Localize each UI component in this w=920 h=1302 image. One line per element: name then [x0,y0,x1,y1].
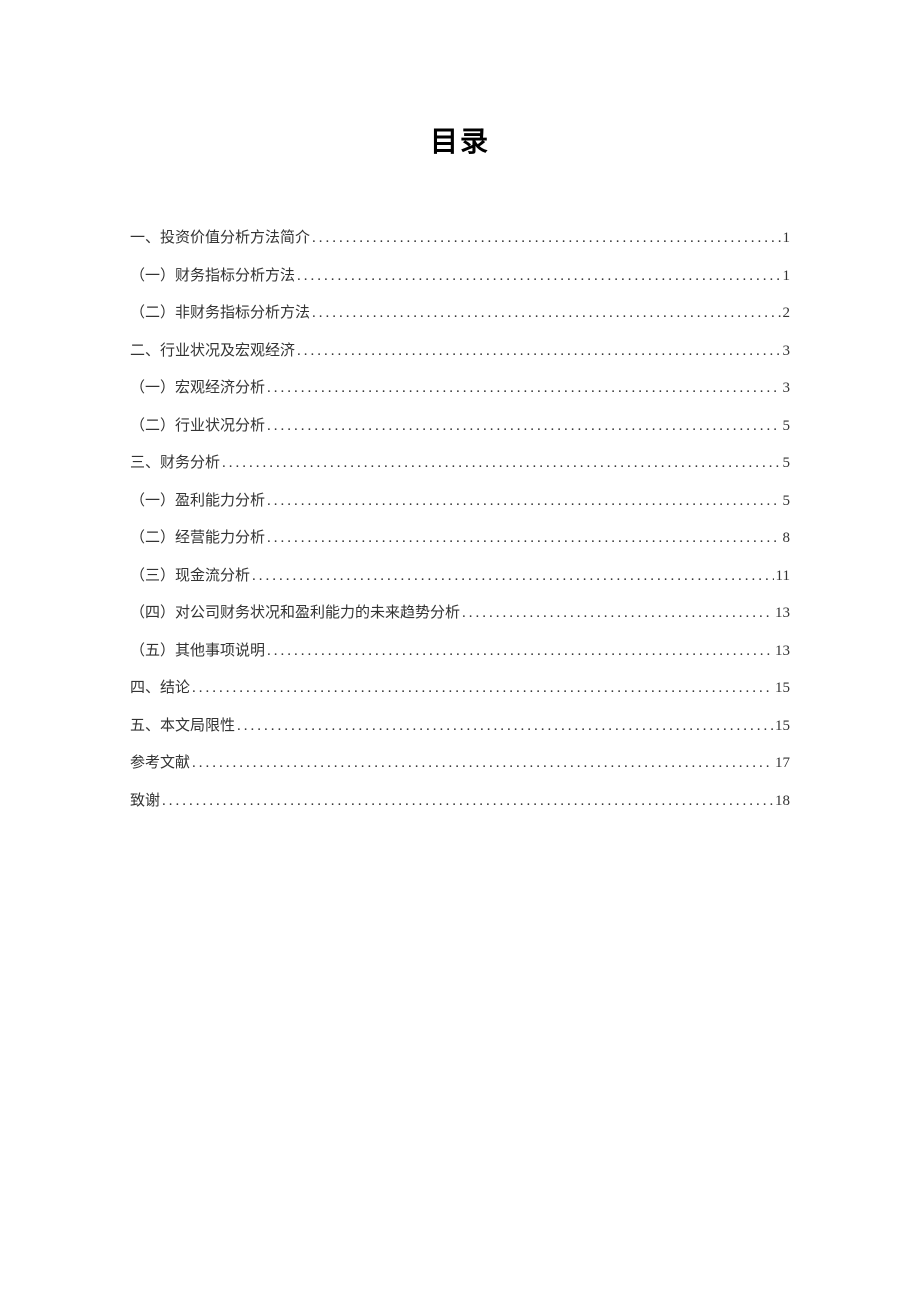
toc-label: （一）宏观经济分析 [130,370,265,408]
toc-page: 3 [783,333,791,371]
toc-entry: （一）盈利能力分析 5 [130,483,790,521]
toc-page: 2 [783,295,791,333]
toc-entry: （二）经营能力分析 8 [130,520,790,558]
toc-page: 15 [775,670,790,708]
toc-page: 5 [783,445,791,483]
toc-dots [162,783,773,821]
toc-label: 二、行业状况及宏观经济 [130,333,295,371]
toc-dots [462,595,773,633]
toc-page: 5 [783,483,791,521]
toc-dots [267,483,780,521]
toc-entry: 参考文献 17 [130,745,790,783]
toc-page: 15 [775,708,790,746]
toc-entry: 二、行业状况及宏观经济 3 [130,333,790,371]
toc-entry: （五）其他事项说明 13 [130,633,790,671]
toc-entry: （一）宏观经济分析 3 [130,370,790,408]
toc-label: （一）盈利能力分析 [130,483,265,521]
toc-page: 17 [775,745,790,783]
toc-dots [237,708,773,746]
toc-label: （二）经营能力分析 [130,520,265,558]
toc-label: 四、结论 [130,670,190,708]
toc-dots [267,370,780,408]
toc-label: （二）行业状况分析 [130,408,265,446]
toc-label: （三）现金流分析 [130,558,250,596]
toc-page: 18 [775,783,790,821]
toc-title: 目录 [130,120,790,160]
toc-entry: 四、结论 15 [130,670,790,708]
toc-dots [267,633,773,671]
toc-dots [297,333,780,371]
toc-entry: （二）行业状况分析 5 [130,408,790,446]
toc-dots [297,258,780,296]
toc-label: 五、本文局限性 [130,708,235,746]
toc-page: 5 [783,408,791,446]
toc-dots [267,408,780,446]
toc-label: （五）其他事项说明 [130,633,265,671]
toc-page: 11 [776,558,790,596]
toc-dots [192,670,773,708]
toc-dots [267,520,780,558]
toc-page: 1 [783,220,791,258]
toc-label: （一）财务指标分析方法 [130,258,295,296]
toc-label: 一、投资价值分析方法简介 [130,220,310,258]
toc-dots [312,220,780,258]
toc-entry: 致谢 18 [130,783,790,821]
toc-entry: （三）现金流分析 11 [130,558,790,596]
toc-entry: 一、投资价值分析方法简介 1 [130,220,790,258]
toc-entry: 五、本文局限性 15 [130,708,790,746]
toc-entry: （四）对公司财务状况和盈利能力的未来趋势分析 13 [130,595,790,633]
toc-page: 1 [783,258,791,296]
toc-label: 三、财务分析 [130,445,220,483]
toc-label: 参考文献 [130,745,190,783]
toc-dots [312,295,780,333]
toc-entry: （二）非财务指标分析方法 2 [130,295,790,333]
toc-page: 8 [783,520,791,558]
toc-label: （四）对公司财务状况和盈利能力的未来趋势分析 [130,595,460,633]
toc-dots [252,558,774,596]
toc-page: 13 [775,633,790,671]
toc-entry: 三、财务分析 5 [130,445,790,483]
toc-label: 致谢 [130,783,160,821]
toc-label: （二）非财务指标分析方法 [130,295,310,333]
toc-entry: （一）财务指标分析方法 1 [130,258,790,296]
toc-page: 13 [775,595,790,633]
toc-list: 一、投资价值分析方法简介 1 （一）财务指标分析方法 1 （二）非财务指标分析方… [130,220,790,820]
toc-dots [222,445,780,483]
toc-page: 3 [783,370,791,408]
toc-dots [192,745,773,783]
